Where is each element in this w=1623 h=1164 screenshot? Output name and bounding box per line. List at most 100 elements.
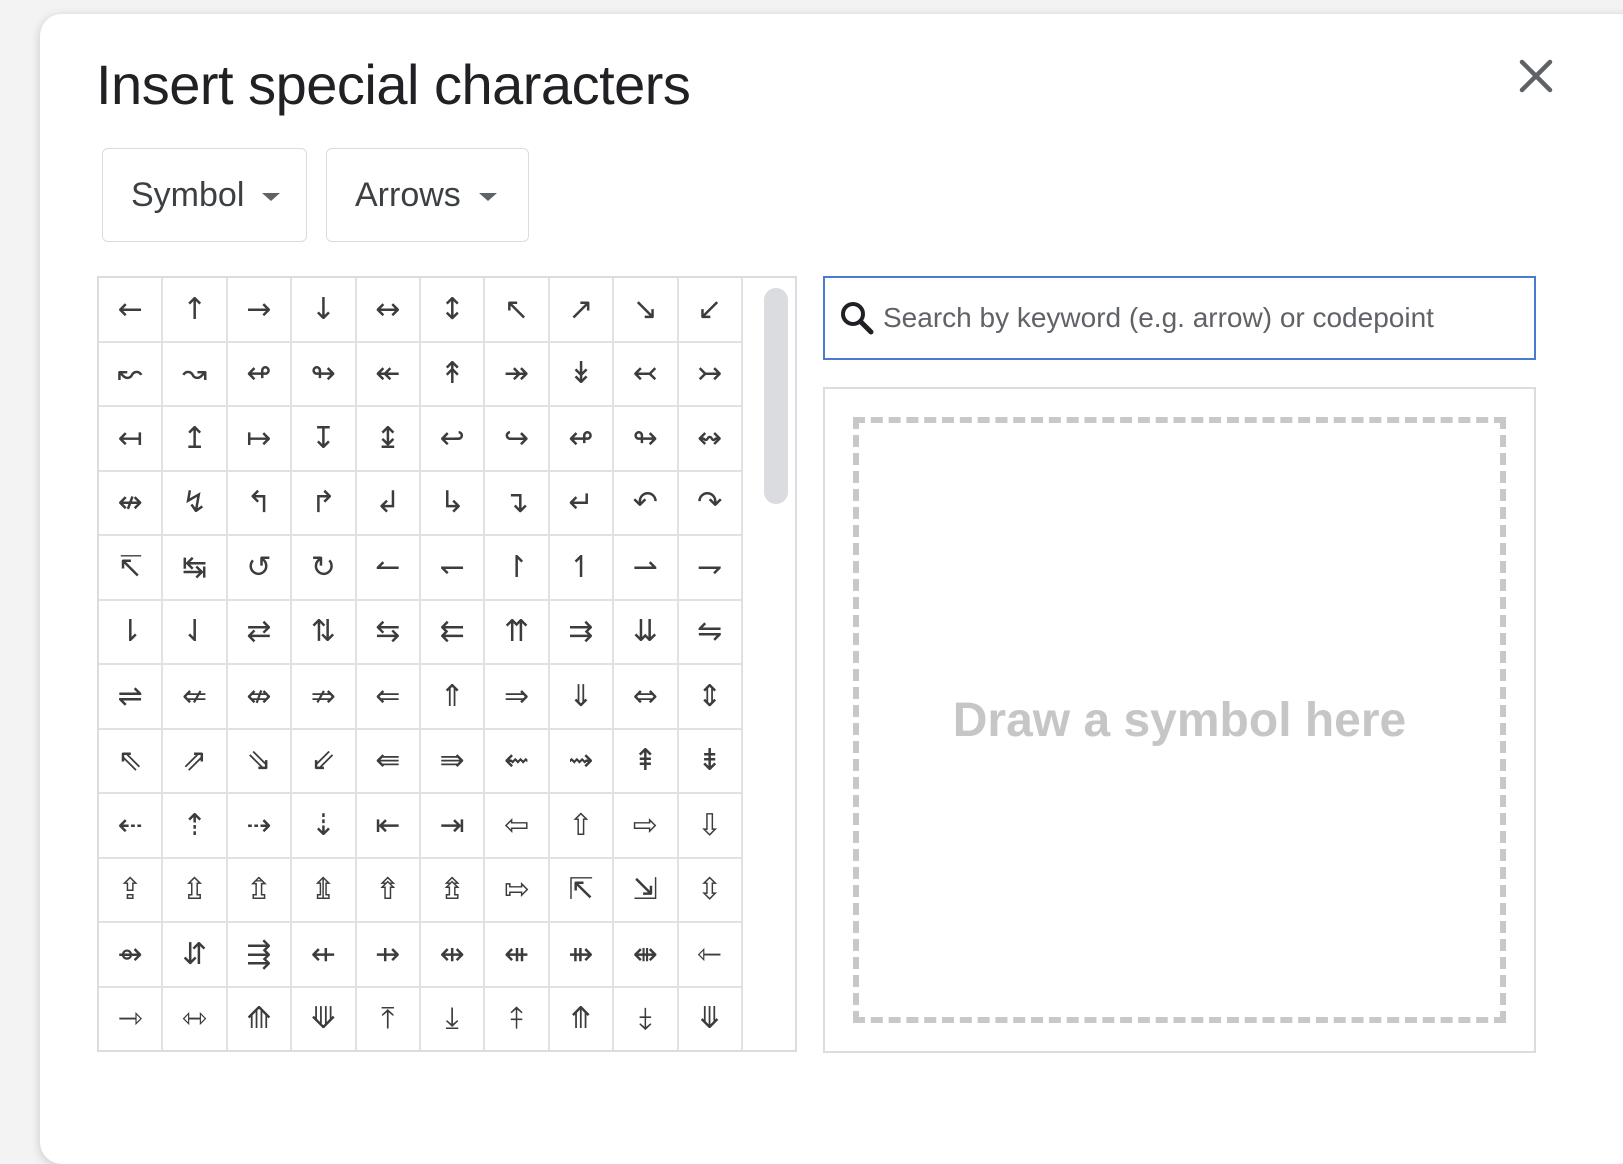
character-cell[interactable]: ↝ [163, 342, 228, 407]
character-cell[interactable]: ⇛ [420, 729, 486, 794]
character-cell[interactable]: ⇰ [485, 858, 550, 923]
draw-symbol-canvas[interactable]: Draw a symbol here [853, 417, 1506, 1023]
character-cell[interactable]: ↙ [678, 278, 743, 343]
character-cell[interactable]: ↘ [614, 278, 679, 343]
character-cell[interactable]: ⟱ [292, 987, 357, 1050]
character-cell[interactable]: ↺ [227, 536, 293, 601]
character-cell[interactable]: ↗ [549, 278, 615, 343]
character-cell[interactable]: ↨ [356, 407, 421, 472]
character-cell[interactable]: ⇋ [678, 600, 743, 665]
character-cell[interactable]: ↷ [678, 471, 743, 536]
character-cell[interactable]: ↕ [420, 278, 486, 343]
character-cell[interactable]: ↔ [356, 278, 421, 343]
character-cell[interactable]: ⇦ [485, 794, 550, 859]
character-cell[interactable]: ↟ [420, 342, 486, 407]
character-cell[interactable]: ↹ [163, 536, 228, 601]
character-cell[interactable]: ⇚ [356, 729, 421, 794]
character-cell[interactable]: ↿ [549, 536, 615, 601]
close-icon[interactable] [1514, 54, 1558, 98]
character-cell[interactable]: ⇔ [614, 665, 679, 730]
character-cell[interactable]: ⇓ [549, 665, 615, 730]
character-cell[interactable]: ⇨ [614, 794, 679, 859]
character-cell[interactable]: ↳ [420, 471, 486, 536]
character-cell[interactable]: ↖ [485, 278, 550, 343]
character-cell[interactable]: ⇣ [292, 794, 357, 859]
character-cell[interactable]: ⇷ [292, 923, 357, 988]
character-cell[interactable]: ↢ [614, 342, 679, 407]
character-cell[interactable]: ⤊ [550, 987, 615, 1050]
character-cell[interactable]: ⇁ [678, 536, 743, 601]
character-cell[interactable]: ⇀ [614, 536, 679, 601]
character-cell[interactable]: ⇧ [549, 794, 615, 859]
character-cell[interactable]: ↧ [292, 407, 357, 472]
character-cell[interactable]: ⇝ [549, 729, 615, 794]
character-cell[interactable]: ⇌ [99, 665, 164, 730]
character-cell[interactable]: ↤ [99, 407, 164, 472]
character-cell[interactable]: ↦ [227, 407, 293, 472]
character-cell[interactable]: ⇃ [163, 600, 228, 665]
character-cell[interactable]: ⇗ [163, 729, 228, 794]
character-cell[interactable]: ⇳ [678, 858, 743, 923]
character-cell[interactable]: ↣ [678, 342, 743, 407]
character-cell[interactable]: ↽ [420, 536, 486, 601]
character-cell[interactable]: ⇏ [292, 665, 357, 730]
character-cell[interactable]: ⤉ [485, 987, 550, 1050]
character-cell[interactable]: ⤋ [679, 987, 743, 1050]
character-cell[interactable]: ⇿ [163, 987, 228, 1050]
character-cell[interactable]: ↪ [485, 407, 550, 472]
character-cell[interactable]: ⇅ [292, 600, 357, 665]
character-cell[interactable]: ⇠ [99, 794, 164, 859]
character-cell[interactable]: ⇈ [485, 600, 550, 665]
character-cell[interactable]: ⇴ [99, 923, 164, 988]
character-cell[interactable]: ↵ [549, 471, 615, 536]
character-cell[interactable]: ↭ [678, 407, 743, 472]
character-cell[interactable]: ⇵ [163, 923, 228, 988]
character-cell[interactable]: ⇇ [420, 600, 486, 665]
character-cell[interactable]: ↬ [292, 342, 357, 407]
character-cell[interactable]: ⇩ [678, 794, 743, 859]
character-cell[interactable]: ⇄ [227, 600, 293, 665]
character-cell[interactable]: ⇂ [99, 600, 164, 665]
character-cell[interactable]: ↰ [227, 471, 293, 536]
character-cell[interactable]: ⇢ [227, 794, 293, 859]
character-cell[interactable]: ↻ [292, 536, 357, 601]
character-cell[interactable]: ⇤ [356, 794, 421, 859]
character-cell[interactable]: ⇽ [678, 923, 743, 988]
character-cell[interactable]: ⇉ [549, 600, 615, 665]
character-cell[interactable]: ← [99, 278, 164, 343]
character-cell[interactable]: ⇬ [227, 858, 293, 923]
character-cell[interactable]: ↼ [356, 536, 421, 601]
character-cell[interactable]: ⇐ [356, 665, 421, 730]
character-cell[interactable]: ↫ [227, 342, 293, 407]
character-cell[interactable]: ⇊ [614, 600, 679, 665]
character-cell[interactable]: ⇕ [678, 665, 743, 730]
character-cell[interactable]: ⇾ [99, 987, 164, 1050]
category-dropdown[interactable]: Symbol [102, 148, 307, 242]
character-cell[interactable]: ⇸ [356, 923, 421, 988]
character-cell[interactable]: ↑ [163, 278, 228, 343]
character-cell[interactable]: ⇜ [485, 729, 550, 794]
character-cell[interactable]: ↡ [549, 342, 615, 407]
character-cell[interactable]: ↱ [292, 471, 357, 536]
character-cell[interactable]: ⇘ [227, 729, 293, 794]
character-cell[interactable]: ⇺ [485, 923, 550, 988]
character-cell[interactable]: ⇱ [549, 858, 615, 923]
character-cell[interactable]: ⇹ [420, 923, 486, 988]
character-cell[interactable]: ↮ [99, 471, 164, 536]
character-cell[interactable]: ⇲ [614, 858, 679, 923]
character-cell[interactable]: ⇼ [614, 923, 679, 988]
character-cell[interactable]: ⇍ [163, 665, 228, 730]
character-cell[interactable]: ⟰ [228, 987, 293, 1050]
character-cell[interactable]: ↞ [356, 342, 421, 407]
character-cell[interactable]: ⇎ [227, 665, 293, 730]
character-cell[interactable]: ↩ [420, 407, 486, 472]
character-cell[interactable]: ⇫ [163, 858, 228, 923]
character-cell[interactable]: ↴ [485, 471, 550, 536]
character-cell[interactable]: ↬ [614, 407, 679, 472]
character-cell[interactable]: ↓ [292, 278, 357, 343]
character-cell[interactable]: ⤈ [614, 987, 679, 1050]
character-cell[interactable]: ⇆ [356, 600, 421, 665]
character-cell[interactable]: ↫ [549, 407, 615, 472]
character-cell[interactable]: ↥ [163, 407, 228, 472]
character-cell[interactable]: ⇞ [614, 729, 679, 794]
